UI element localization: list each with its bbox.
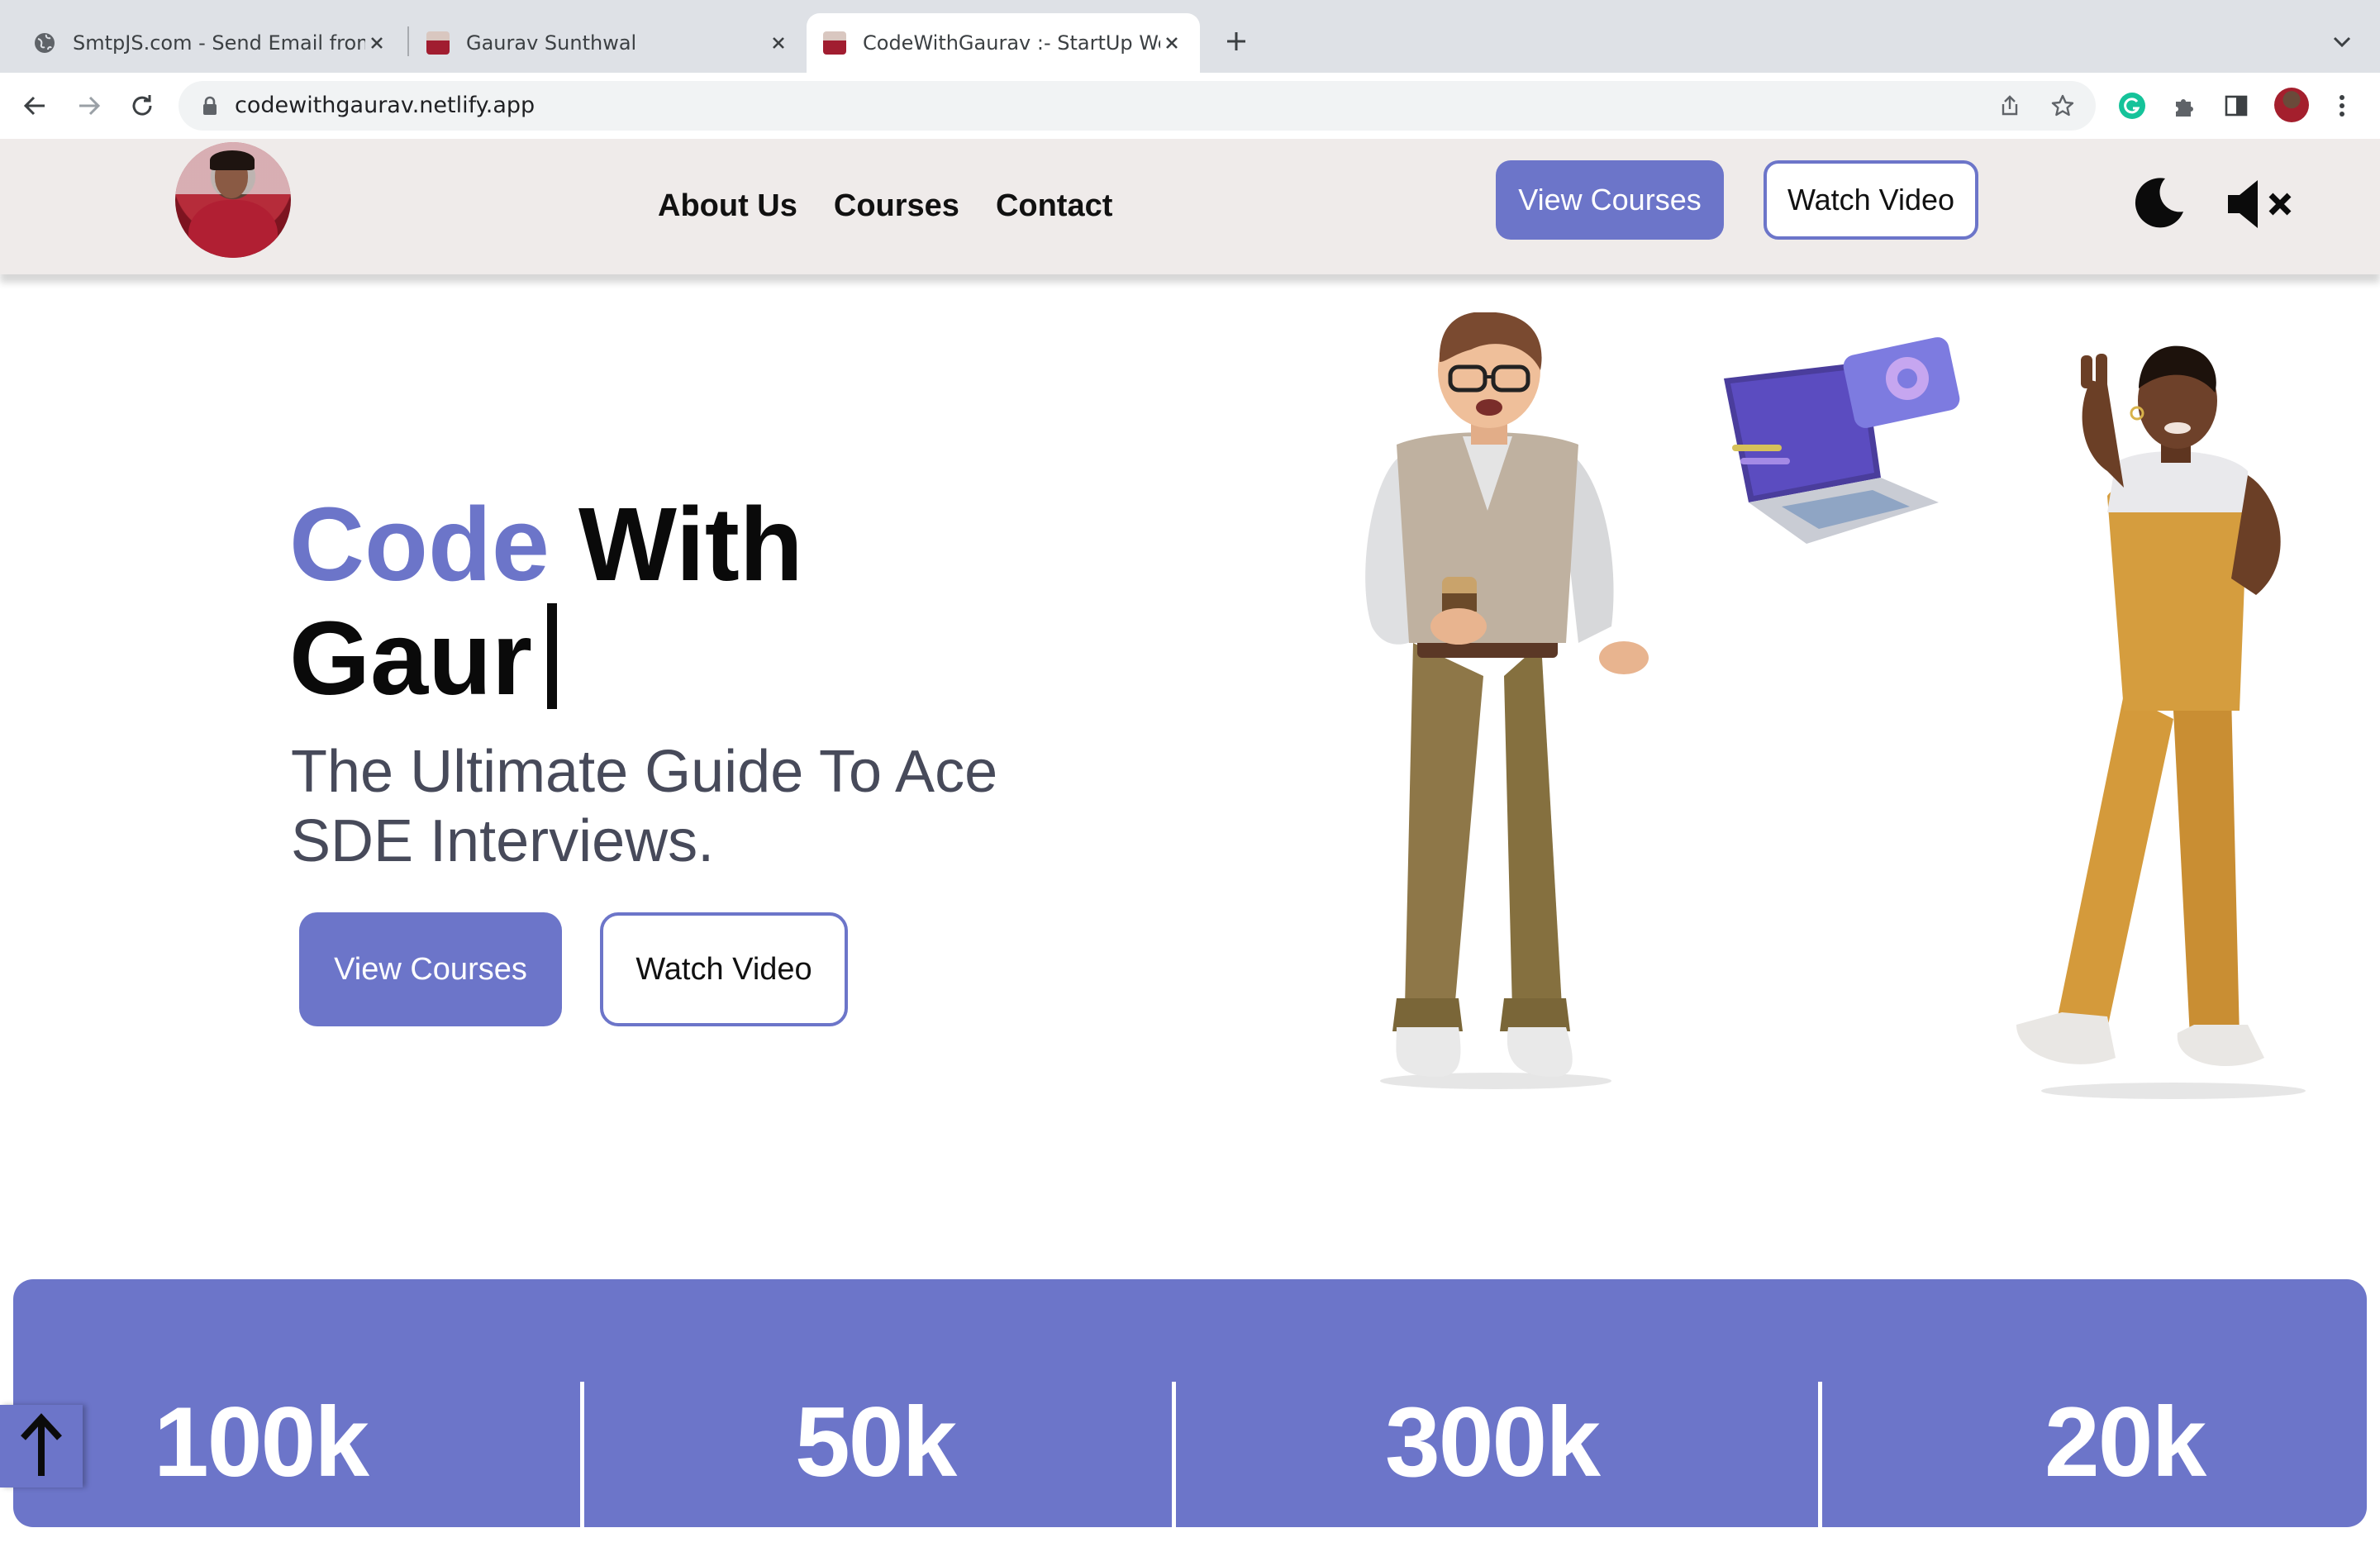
stat-value: 100k (154, 1387, 369, 1497)
profile-favicon-icon (426, 31, 450, 55)
back-button[interactable] (18, 89, 51, 122)
url-text: codewithgaurav.netlify.app (235, 93, 536, 118)
moon-icon[interactable] (2132, 175, 2187, 230)
close-icon[interactable] (767, 31, 790, 55)
stat-divider (580, 1382, 584, 1547)
puzzle-icon[interactable] (2168, 89, 2202, 122)
browser-tab-strip: SmtpJS.com - Send Email from Gaurav Sunt… (0, 0, 2380, 73)
typing-caret (547, 603, 558, 709)
tab-title: CodeWithGaurav :- StartUp We (863, 31, 1160, 55)
close-icon[interactable] (1160, 31, 1183, 55)
hero-watch-video-button[interactable]: Watch Video (600, 912, 848, 1026)
address-bar[interactable]: codewithgaurav.netlify.app (178, 81, 2096, 131)
hero-title: Code With Gaur (289, 488, 1033, 716)
grammarly-icon[interactable] (2116, 89, 2149, 122)
hero-view-courses-button[interactable]: View Courses (299, 912, 562, 1026)
star-icon[interactable] (2049, 93, 2076, 119)
stat-divider (1172, 1382, 1176, 1547)
hero-subtitle: The Ultimate Guide To Ace SDE Interviews… (291, 739, 998, 874)
stat-value: 50k (795, 1387, 957, 1497)
stats-section: 100k 50k 300k 20k (13, 1279, 2367, 1547)
tab-title: SmtpJS.com - Send Email from (73, 31, 365, 55)
arrow-up-icon (21, 1413, 62, 1476)
globe-icon (33, 31, 56, 55)
share-icon[interactable] (1997, 93, 2023, 119)
browser-profile-avatar[interactable] (2274, 88, 2309, 122)
mute-icon[interactable] (2226, 177, 2299, 231)
forward-button[interactable] (73, 89, 106, 122)
nav-link-courses[interactable]: Courses (834, 188, 959, 224)
stat-value: 20k (2044, 1387, 2206, 1497)
forward-arrow-icon (79, 96, 101, 116)
site-navbar: About Us Courses Contact View Courses Wa… (0, 139, 2380, 274)
nav-link-contact[interactable]: Contact (996, 188, 1112, 224)
tab-codewithgaurav[interactable]: CodeWithGaurav :- StartUp We (807, 13, 1200, 73)
stat-divider (1818, 1382, 1822, 1547)
reload-button[interactable] (126, 89, 159, 122)
sidebar-icon[interactable] (2220, 89, 2253, 122)
nav-view-courses-button[interactable]: View Courses (1496, 160, 1724, 240)
new-tab-button[interactable] (1220, 25, 1253, 58)
scroll-to-top-button[interactable] (0, 1405, 83, 1488)
tab-search-button[interactable] (2325, 25, 2359, 58)
nav-link-about-us[interactable]: About Us (658, 188, 797, 224)
woman-character-illustration (2016, 345, 2306, 1099)
reload-icon (132, 95, 152, 116)
back-arrow-icon (23, 96, 45, 116)
kebab-menu-icon[interactable] (2325, 89, 2359, 122)
close-icon[interactable] (365, 31, 388, 55)
tab-title: Gaurav Sunthwal (466, 31, 637, 55)
hero-title-rest: With (550, 486, 803, 602)
lock-icon[interactable] (198, 94, 221, 117)
tab-separator (407, 26, 409, 56)
nav-watch-video-button[interactable]: Watch Video (1764, 160, 1978, 240)
browser-toolbar: codewithgaurav.netlify.app (0, 73, 2380, 139)
stat-value: 300k (1385, 1387, 1601, 1497)
site-logo-avatar[interactable] (175, 142, 291, 258)
nav-links: About Us Courses Contact (658, 188, 1112, 224)
man-character-illustration (1365, 312, 1649, 1089)
hero-title-accent: Code (289, 486, 550, 602)
tab-smtpjs[interactable]: SmtpJS.com - Send Email from (0, 13, 405, 73)
laptop-illustration (1724, 337, 1960, 544)
hero-title-typed: Gaur (289, 600, 533, 716)
plus-icon (1227, 32, 1245, 50)
tab-gaurav-sunthwal[interactable]: Gaurav Sunthwal (410, 13, 807, 73)
chevron-down-icon (2333, 36, 2351, 48)
profile-favicon-icon (823, 31, 846, 55)
